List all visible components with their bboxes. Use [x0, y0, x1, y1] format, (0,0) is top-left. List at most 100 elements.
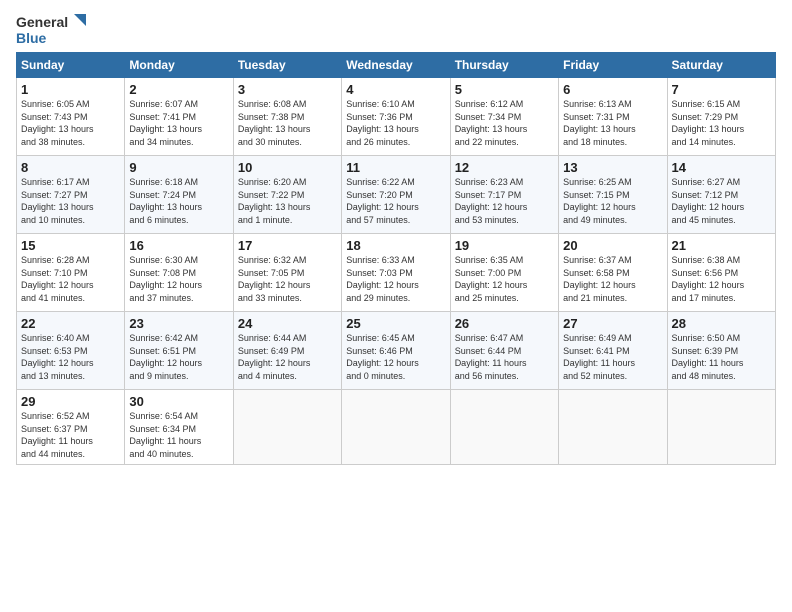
day-number: 2	[129, 82, 228, 97]
day-info: Sunrise: 6:45 AM Sunset: 6:46 PM Dayligh…	[346, 332, 445, 382]
weekday-header-monday: Monday	[125, 53, 233, 78]
calendar-cell: 15Sunrise: 6:28 AM Sunset: 7:10 PM Dayli…	[17, 234, 125, 312]
day-info: Sunrise: 6:13 AM Sunset: 7:31 PM Dayligh…	[563, 98, 662, 148]
calendar-cell: 16Sunrise: 6:30 AM Sunset: 7:08 PM Dayli…	[125, 234, 233, 312]
day-number: 21	[672, 238, 771, 253]
calendar-week-row: 15Sunrise: 6:28 AM Sunset: 7:10 PM Dayli…	[17, 234, 776, 312]
logo-text-general: General	[16, 14, 68, 30]
day-number: 1	[21, 82, 120, 97]
day-number: 16	[129, 238, 228, 253]
calendar-cell: 30Sunrise: 6:54 AM Sunset: 6:34 PM Dayli…	[125, 390, 233, 465]
day-number: 15	[21, 238, 120, 253]
day-number: 24	[238, 316, 337, 331]
calendar-cell: 17Sunrise: 6:32 AM Sunset: 7:05 PM Dayli…	[233, 234, 341, 312]
calendar-cell: 5Sunrise: 6:12 AM Sunset: 7:34 PM Daylig…	[450, 78, 558, 156]
day-info: Sunrise: 6:05 AM Sunset: 7:43 PM Dayligh…	[21, 98, 120, 148]
day-info: Sunrise: 6:18 AM Sunset: 7:24 PM Dayligh…	[129, 176, 228, 226]
calendar-cell: 29Sunrise: 6:52 AM Sunset: 6:37 PM Dayli…	[17, 390, 125, 465]
day-number: 19	[455, 238, 554, 253]
day-number: 23	[129, 316, 228, 331]
day-info: Sunrise: 6:50 AM Sunset: 6:39 PM Dayligh…	[672, 332, 771, 382]
day-number: 25	[346, 316, 445, 331]
day-number: 3	[238, 82, 337, 97]
day-number: 28	[672, 316, 771, 331]
day-number: 20	[563, 238, 662, 253]
weekday-header-friday: Friday	[559, 53, 667, 78]
logo-chevron-icon	[70, 14, 86, 30]
day-info: Sunrise: 6:52 AM Sunset: 6:37 PM Dayligh…	[21, 410, 120, 460]
day-number: 29	[21, 394, 120, 409]
logo-text-blue: Blue	[16, 30, 46, 46]
calendar-table: SundayMondayTuesdayWednesdayThursdayFrid…	[16, 52, 776, 465]
day-info: Sunrise: 6:33 AM Sunset: 7:03 PM Dayligh…	[346, 254, 445, 304]
day-number: 10	[238, 160, 337, 175]
calendar-cell: 11Sunrise: 6:22 AM Sunset: 7:20 PM Dayli…	[342, 156, 450, 234]
day-info: Sunrise: 6:20 AM Sunset: 7:22 PM Dayligh…	[238, 176, 337, 226]
day-number: 12	[455, 160, 554, 175]
day-info: Sunrise: 6:47 AM Sunset: 6:44 PM Dayligh…	[455, 332, 554, 382]
calendar-cell: 25Sunrise: 6:45 AM Sunset: 6:46 PM Dayli…	[342, 312, 450, 390]
calendar-cell: 9Sunrise: 6:18 AM Sunset: 7:24 PM Daylig…	[125, 156, 233, 234]
calendar-week-row: 22Sunrise: 6:40 AM Sunset: 6:53 PM Dayli…	[17, 312, 776, 390]
weekday-header-sunday: Sunday	[17, 53, 125, 78]
day-number: 27	[563, 316, 662, 331]
day-info: Sunrise: 6:27 AM Sunset: 7:12 PM Dayligh…	[672, 176, 771, 226]
day-number: 17	[238, 238, 337, 253]
day-number: 6	[563, 82, 662, 97]
calendar-cell: 23Sunrise: 6:42 AM Sunset: 6:51 PM Dayli…	[125, 312, 233, 390]
day-info: Sunrise: 6:32 AM Sunset: 7:05 PM Dayligh…	[238, 254, 337, 304]
logo: General Blue	[16, 14, 86, 46]
weekday-header-thursday: Thursday	[450, 53, 558, 78]
day-info: Sunrise: 6:12 AM Sunset: 7:34 PM Dayligh…	[455, 98, 554, 148]
weekday-header-row: SundayMondayTuesdayWednesdayThursdayFrid…	[17, 53, 776, 78]
calendar-cell: 14Sunrise: 6:27 AM Sunset: 7:12 PM Dayli…	[667, 156, 775, 234]
calendar-body: 1Sunrise: 6:05 AM Sunset: 7:43 PM Daylig…	[17, 78, 776, 465]
day-info: Sunrise: 6:17 AM Sunset: 7:27 PM Dayligh…	[21, 176, 120, 226]
day-info: Sunrise: 6:37 AM Sunset: 6:58 PM Dayligh…	[563, 254, 662, 304]
day-number: 4	[346, 82, 445, 97]
calendar-cell	[233, 390, 341, 465]
weekday-header-wednesday: Wednesday	[342, 53, 450, 78]
day-info: Sunrise: 6:15 AM Sunset: 7:29 PM Dayligh…	[672, 98, 771, 148]
calendar-cell: 4Sunrise: 6:10 AM Sunset: 7:36 PM Daylig…	[342, 78, 450, 156]
calendar-cell: 12Sunrise: 6:23 AM Sunset: 7:17 PM Dayli…	[450, 156, 558, 234]
day-number: 5	[455, 82, 554, 97]
calendar-cell: 18Sunrise: 6:33 AM Sunset: 7:03 PM Dayli…	[342, 234, 450, 312]
day-info: Sunrise: 6:10 AM Sunset: 7:36 PM Dayligh…	[346, 98, 445, 148]
calendar-cell: 22Sunrise: 6:40 AM Sunset: 6:53 PM Dayli…	[17, 312, 125, 390]
calendar-cell: 20Sunrise: 6:37 AM Sunset: 6:58 PM Dayli…	[559, 234, 667, 312]
calendar-cell: 3Sunrise: 6:08 AM Sunset: 7:38 PM Daylig…	[233, 78, 341, 156]
weekday-header-saturday: Saturday	[667, 53, 775, 78]
day-info: Sunrise: 6:49 AM Sunset: 6:41 PM Dayligh…	[563, 332, 662, 382]
day-info: Sunrise: 6:44 AM Sunset: 6:49 PM Dayligh…	[238, 332, 337, 382]
calendar-cell: 19Sunrise: 6:35 AM Sunset: 7:00 PM Dayli…	[450, 234, 558, 312]
day-info: Sunrise: 6:38 AM Sunset: 6:56 PM Dayligh…	[672, 254, 771, 304]
day-number: 13	[563, 160, 662, 175]
calendar-week-row: 8Sunrise: 6:17 AM Sunset: 7:27 PM Daylig…	[17, 156, 776, 234]
calendar-cell: 10Sunrise: 6:20 AM Sunset: 7:22 PM Dayli…	[233, 156, 341, 234]
day-info: Sunrise: 6:22 AM Sunset: 7:20 PM Dayligh…	[346, 176, 445, 226]
calendar-cell: 6Sunrise: 6:13 AM Sunset: 7:31 PM Daylig…	[559, 78, 667, 156]
day-info: Sunrise: 6:07 AM Sunset: 7:41 PM Dayligh…	[129, 98, 228, 148]
calendar-cell: 24Sunrise: 6:44 AM Sunset: 6:49 PM Dayli…	[233, 312, 341, 390]
day-number: 22	[21, 316, 120, 331]
day-info: Sunrise: 6:30 AM Sunset: 7:08 PM Dayligh…	[129, 254, 228, 304]
day-number: 18	[346, 238, 445, 253]
day-number: 14	[672, 160, 771, 175]
calendar-cell	[559, 390, 667, 465]
day-number: 30	[129, 394, 228, 409]
calendar-cell	[450, 390, 558, 465]
calendar-cell: 7Sunrise: 6:15 AM Sunset: 7:29 PM Daylig…	[667, 78, 775, 156]
calendar-cell: 21Sunrise: 6:38 AM Sunset: 6:56 PM Dayli…	[667, 234, 775, 312]
day-number: 7	[672, 82, 771, 97]
calendar-week-row: 29Sunrise: 6:52 AM Sunset: 6:37 PM Dayli…	[17, 390, 776, 465]
day-info: Sunrise: 6:42 AM Sunset: 6:51 PM Dayligh…	[129, 332, 228, 382]
calendar-cell	[342, 390, 450, 465]
calendar-cell: 2Sunrise: 6:07 AM Sunset: 7:41 PM Daylig…	[125, 78, 233, 156]
day-number: 9	[129, 160, 228, 175]
weekday-header-tuesday: Tuesday	[233, 53, 341, 78]
calendar-cell: 13Sunrise: 6:25 AM Sunset: 7:15 PM Dayli…	[559, 156, 667, 234]
calendar-cell: 26Sunrise: 6:47 AM Sunset: 6:44 PM Dayli…	[450, 312, 558, 390]
day-info: Sunrise: 6:23 AM Sunset: 7:17 PM Dayligh…	[455, 176, 554, 226]
day-info: Sunrise: 6:35 AM Sunset: 7:00 PM Dayligh…	[455, 254, 554, 304]
